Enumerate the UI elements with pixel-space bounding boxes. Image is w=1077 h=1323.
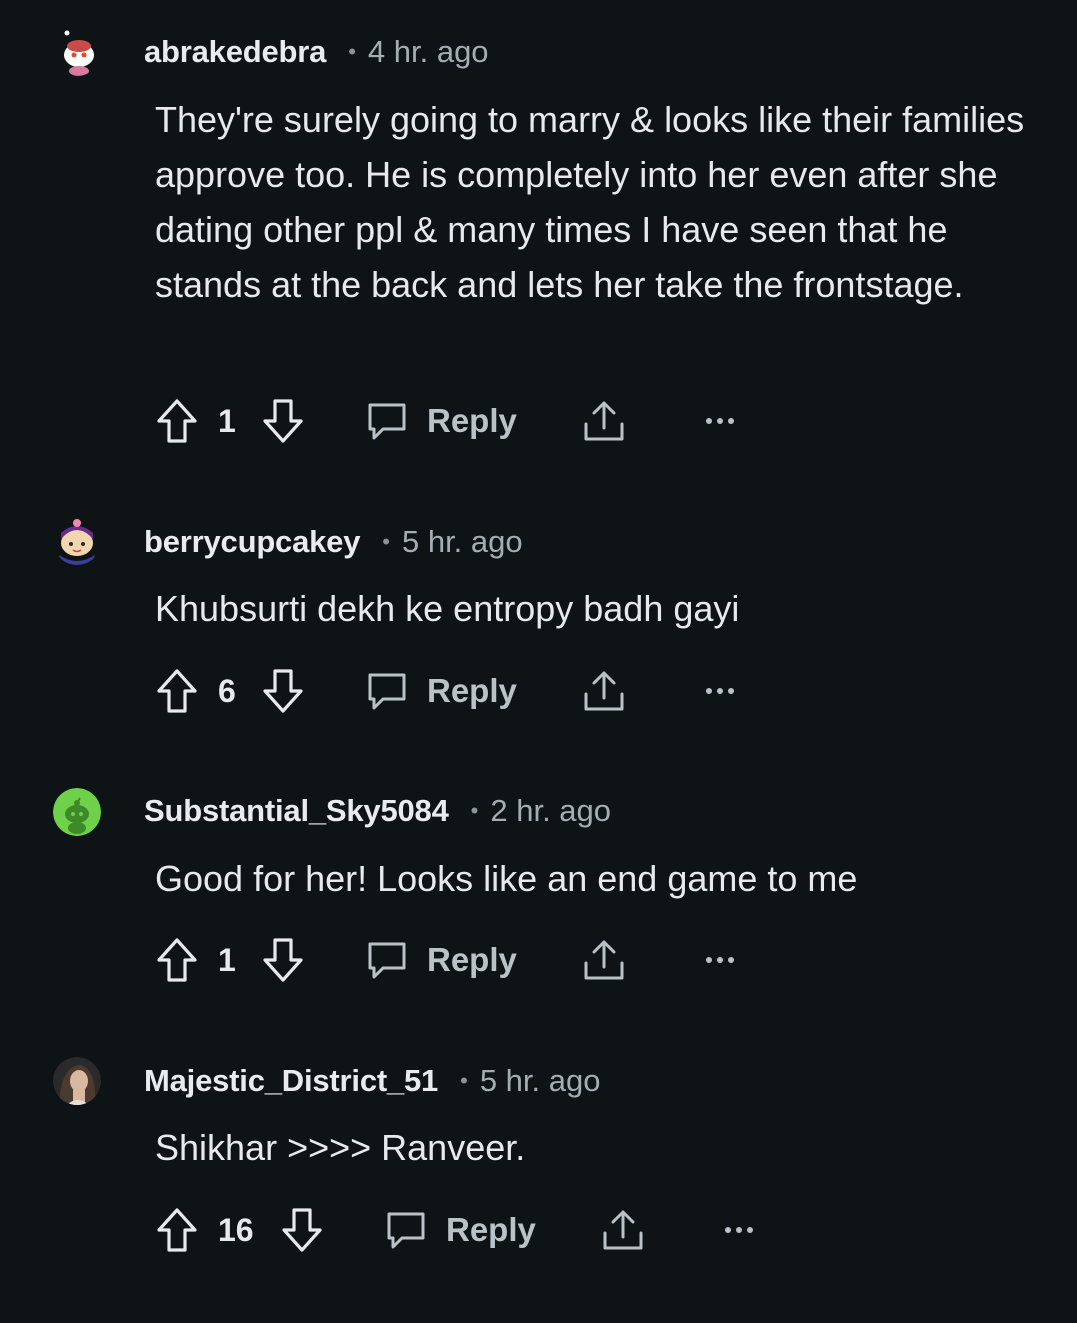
user-avatar[interactable] (53, 1057, 101, 1105)
upvote-button[interactable] (155, 666, 199, 716)
downvote-icon (282, 1208, 322, 1252)
score-count: 1 (218, 396, 236, 446)
share-button[interactable] (581, 935, 627, 985)
reply-icon (368, 673, 406, 710)
meta-separator: • (470, 798, 479, 823)
upvote-button[interactable] (155, 1205, 199, 1255)
timestamp: 4 hr. ago (367, 34, 489, 69)
upvote-icon (157, 1208, 197, 1252)
reply-button[interactable]: Reply (365, 396, 517, 446)
downvote-icon (263, 938, 303, 982)
score-value: 1 (218, 402, 236, 439)
downvote-button[interactable] (261, 396, 305, 446)
upvote-icon (157, 938, 197, 982)
share-icon (584, 401, 624, 441)
timestamp: 5 hr. ago (401, 524, 523, 559)
more-options-icon (706, 688, 734, 694)
username[interactable]: abrakedebra (144, 34, 326, 70)
snoo-avatar-icon (53, 28, 101, 76)
downvote-button[interactable] (261, 935, 305, 985)
snoo-avatar-icon (53, 788, 101, 836)
more-options-button[interactable] (705, 396, 735, 446)
share-icon (603, 1210, 643, 1250)
reply-button[interactable]: Reply (365, 666, 517, 716)
user-avatar[interactable] (53, 28, 101, 76)
share-button[interactable] (581, 666, 627, 716)
reply-button[interactable]: Reply (365, 935, 517, 985)
score-count: 6 (218, 666, 236, 716)
comment-meta: Substantial_Sky5084 • 2 hr. ago (144, 791, 611, 831)
share-icon (584, 671, 624, 711)
more-options-icon (706, 957, 734, 963)
comment-actions: 1 Reply (155, 935, 855, 985)
comment-body: Shikhar >>>> Ranveer. (155, 1127, 526, 1168)
reply-icon (368, 942, 406, 979)
score-count: 16 (218, 1205, 254, 1255)
more-options-icon (725, 1227, 753, 1233)
comment-meta: berrycupcakey • 5 hr. ago (144, 522, 523, 562)
comment-actions: 1 Reply (155, 396, 855, 446)
reply-label: Reply (427, 402, 517, 439)
downvote-button[interactable] (280, 1205, 324, 1255)
more-options-button[interactable] (724, 1205, 754, 1255)
comment-actions: 6 Reply (155, 666, 855, 716)
upvote-button[interactable] (155, 935, 199, 985)
upvote-icon (157, 399, 197, 443)
more-options-icon (706, 418, 734, 424)
comment-actions: 16 Reply (155, 1205, 855, 1255)
reply-icon (387, 1212, 425, 1249)
reply-label: Reply (427, 941, 517, 978)
upvote-button[interactable] (155, 396, 199, 446)
score-value: 1 (218, 941, 236, 978)
score-value: 16 (218, 1211, 254, 1248)
comment-meta: Majestic_District_51 • 5 hr. ago (144, 1061, 600, 1101)
downvote-button[interactable] (261, 666, 305, 716)
meta-separator: • (460, 1068, 468, 1093)
username[interactable]: berrycupcakey (144, 524, 360, 560)
upvote-icon (157, 669, 197, 713)
comment-body: Khubsurti dekh ke entropy badh gayi (155, 588, 740, 629)
reply-button[interactable]: Reply (384, 1205, 536, 1255)
timestamp: 2 hr. ago (490, 793, 612, 828)
comment-meta: abrakedebra • 4 hr. ago (144, 32, 489, 72)
snoo-avatar-icon (53, 517, 101, 565)
downvote-icon (263, 399, 303, 443)
timestamp: 5 hr. ago (479, 1063, 601, 1098)
more-options-button[interactable] (705, 935, 735, 985)
reply-icon (368, 403, 406, 440)
user-avatar[interactable] (53, 788, 101, 836)
username[interactable]: Substantial_Sky5084 (144, 793, 449, 829)
share-icon (584, 940, 624, 980)
downvote-icon (263, 669, 303, 713)
meta-separator: • (348, 39, 356, 64)
meta-separator: • (382, 529, 390, 554)
comment-body: They're surely going to marry & looks li… (155, 99, 1025, 305)
comment-body: Good for her! Looks like an end game to … (155, 858, 858, 899)
user-avatar[interactable] (53, 517, 101, 565)
share-button[interactable] (581, 396, 627, 446)
score-value: 6 (218, 672, 236, 709)
share-button[interactable] (600, 1205, 646, 1255)
reply-label: Reply (446, 1211, 536, 1248)
score-count: 1 (218, 935, 236, 985)
user-photo-avatar-icon (53, 1057, 101, 1105)
username[interactable]: Majestic_District_51 (144, 1063, 438, 1099)
more-options-button[interactable] (705, 666, 735, 716)
reply-label: Reply (427, 672, 517, 709)
